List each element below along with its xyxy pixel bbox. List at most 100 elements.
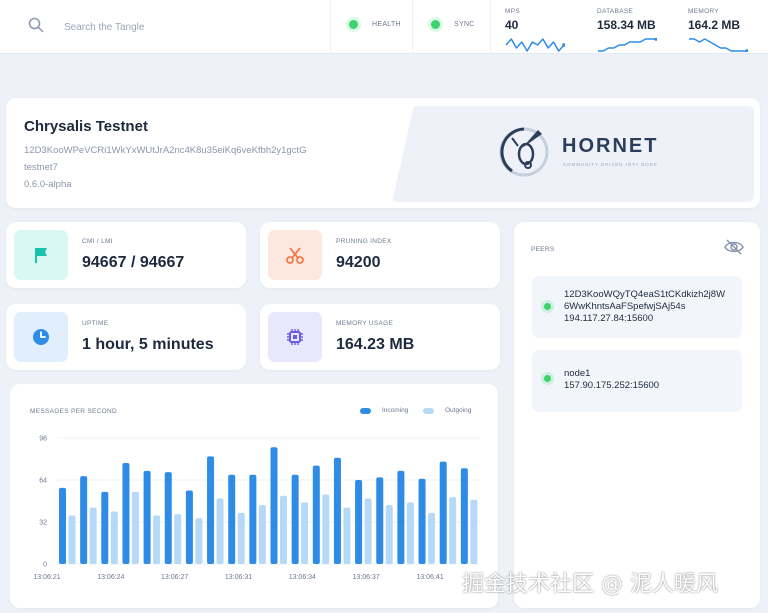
memory-title: MEMORY <box>688 8 719 15</box>
pruning-icon-box <box>268 230 322 280</box>
peers-card: PEERS 12D3KooWQyTQ4eaS1tCKdkizh2j8W 6WwK… <box>514 222 760 608</box>
peer-status-indicator <box>544 303 551 310</box>
incoming-bar[interactable] <box>143 470 151 564</box>
watermark: 掘金技术社区 @ 泥人暖风 <box>462 572 718 597</box>
peer-item[interactable]: node1 157.90.175.252:15600 <box>532 350 742 412</box>
incoming-bar[interactable] <box>291 474 299 564</box>
pruning-value: 94200 <box>336 254 381 271</box>
outgoing-bar[interactable] <box>449 497 457 564</box>
flag-icon <box>35 248 47 263</box>
outgoing-bar[interactable] <box>322 494 330 564</box>
outgoing-bar[interactable] <box>195 518 203 564</box>
database-sparkline <box>598 38 657 52</box>
milestone-value: 94667 / 94667 <box>82 254 185 271</box>
health-indicator <box>349 20 358 29</box>
x-tick-label: 13:06:34 <box>289 574 316 581</box>
incoming-bar[interactable] <box>418 478 426 564</box>
sync-indicator <box>431 20 440 29</box>
x-tick-label: 13:06:31 <box>225 574 252 581</box>
incoming-bar[interactable] <box>164 472 172 564</box>
scissors-icon <box>286 247 304 264</box>
incoming-bar[interactable] <box>80 476 88 564</box>
memory-icon-box <box>268 312 322 362</box>
incoming-bar[interactable] <box>185 490 193 565</box>
memory-usage-value: 164.23 MB <box>336 336 415 353</box>
database-metric: DATABASE 158.34 MB <box>597 8 657 52</box>
top-bar: HEALTH SYNC MPS 40 DATABASE 158.34 MB ME… <box>0 0 768 54</box>
incoming-bar[interactable] <box>439 461 447 564</box>
health-status: HEALTH <box>349 20 401 29</box>
outgoing-bar[interactable] <box>153 515 161 564</box>
outgoing-bar[interactable] <box>406 502 414 564</box>
search-input[interactable] <box>64 18 304 36</box>
incoming-bar[interactable] <box>228 474 236 564</box>
incoming-bar[interactable] <box>122 462 130 564</box>
pruning-title: PRUNING INDEX <box>336 238 392 245</box>
memory-value: 164.2 MB <box>688 18 741 32</box>
mps-title: MPS <box>505 8 520 15</box>
pruning-card: PRUNING INDEX 94200 <box>260 222 500 288</box>
incoming-bar[interactable] <box>312 465 320 564</box>
incoming-bar[interactable] <box>59 487 66 564</box>
brand-name: HORNET <box>562 135 659 157</box>
incoming-bar[interactable] <box>355 480 363 564</box>
outgoing-bar[interactable] <box>131 491 139 564</box>
uptime-title: UPTIME <box>82 320 109 327</box>
database-title: DATABASE <box>597 8 634 15</box>
outgoing-bar[interactable] <box>68 515 76 564</box>
peer-item[interactable]: 12D3KooWQyTQ4eaS1tCKdkizh2j8W 6WwKhntsAa… <box>532 276 742 338</box>
outgoing-bar[interactable] <box>301 502 309 564</box>
uptime-value: 1 hour, 5 minutes <box>82 336 214 353</box>
database-value: 158.34 MB <box>597 18 656 32</box>
outgoing-bar[interactable] <box>258 504 266 564</box>
mps-sparkline-path <box>505 38 565 52</box>
outgoing-bar[interactable] <box>470 499 478 564</box>
outgoing-bar[interactable] <box>174 514 182 564</box>
x-tick-label: 13:06:24 <box>97 574 124 581</box>
outgoing-bar[interactable] <box>385 504 393 564</box>
outgoing-bar[interactable] <box>110 511 118 565</box>
hornet-logo-icon <box>499 127 549 177</box>
mps-metric: MPS 40 <box>505 8 565 52</box>
milestone-title: CMI / LMI <box>82 238 113 245</box>
incoming-bar[interactable] <box>333 457 341 564</box>
sync-status: SYNC <box>431 20 475 29</box>
divider <box>490 0 491 54</box>
chip-icon <box>287 329 303 345</box>
peers-title: PEERS <box>531 246 555 253</box>
peer-name: node1 <box>564 368 591 379</box>
y-tick-label: 0 <box>43 562 47 569</box>
incoming-bar[interactable] <box>397 470 405 564</box>
node-name: Chrysalis Testnet <box>24 118 148 135</box>
outgoing-bar[interactable] <box>216 498 224 564</box>
incoming-bar[interactable] <box>249 474 257 564</box>
incoming-bar[interactable] <box>376 477 384 564</box>
x-tick-label: 13:06:37 <box>353 574 380 581</box>
x-tick-label: 13:06:41 <box>416 574 443 581</box>
y-tick-label: 32 <box>39 520 47 527</box>
milestone-icon-box <box>14 230 68 280</box>
incoming-bar[interactable] <box>101 491 109 564</box>
outgoing-bar[interactable] <box>343 507 351 564</box>
search-icon[interactable] <box>28 17 44 33</box>
incoming-bar[interactable] <box>207 456 215 564</box>
outgoing-bar[interactable] <box>237 512 245 564</box>
peer-id-line1: 12D3KooWQyTQ4eaS1tCKdkizh2j8W <box>564 289 726 300</box>
divider <box>330 0 331 54</box>
mps-sparkline <box>505 38 565 52</box>
outgoing-bar[interactable] <box>280 495 287 564</box>
incoming-bar[interactable] <box>460 468 468 564</box>
memory-sparkline-endpoint <box>745 49 748 52</box>
mps-value: 40 <box>505 18 519 32</box>
incoming-bar[interactable] <box>270 447 278 564</box>
outgoing-bar[interactable] <box>89 507 97 564</box>
memory-sparkline <box>689 38 748 52</box>
health-label: HEALTH <box>372 21 401 28</box>
outgoing-bar[interactable] <box>364 498 372 564</box>
y-tick-label: 64 <box>39 478 47 485</box>
peer-address: 194.117.27.84:15600 <box>564 313 654 324</box>
outgoing-bar[interactable] <box>428 512 436 564</box>
database-sparkline-endpoint <box>654 38 657 41</box>
brand-tagline: COMMUNITY DRIVEN IOTA NODE <box>563 162 658 167</box>
eye-off-icon[interactable] <box>724 239 744 255</box>
